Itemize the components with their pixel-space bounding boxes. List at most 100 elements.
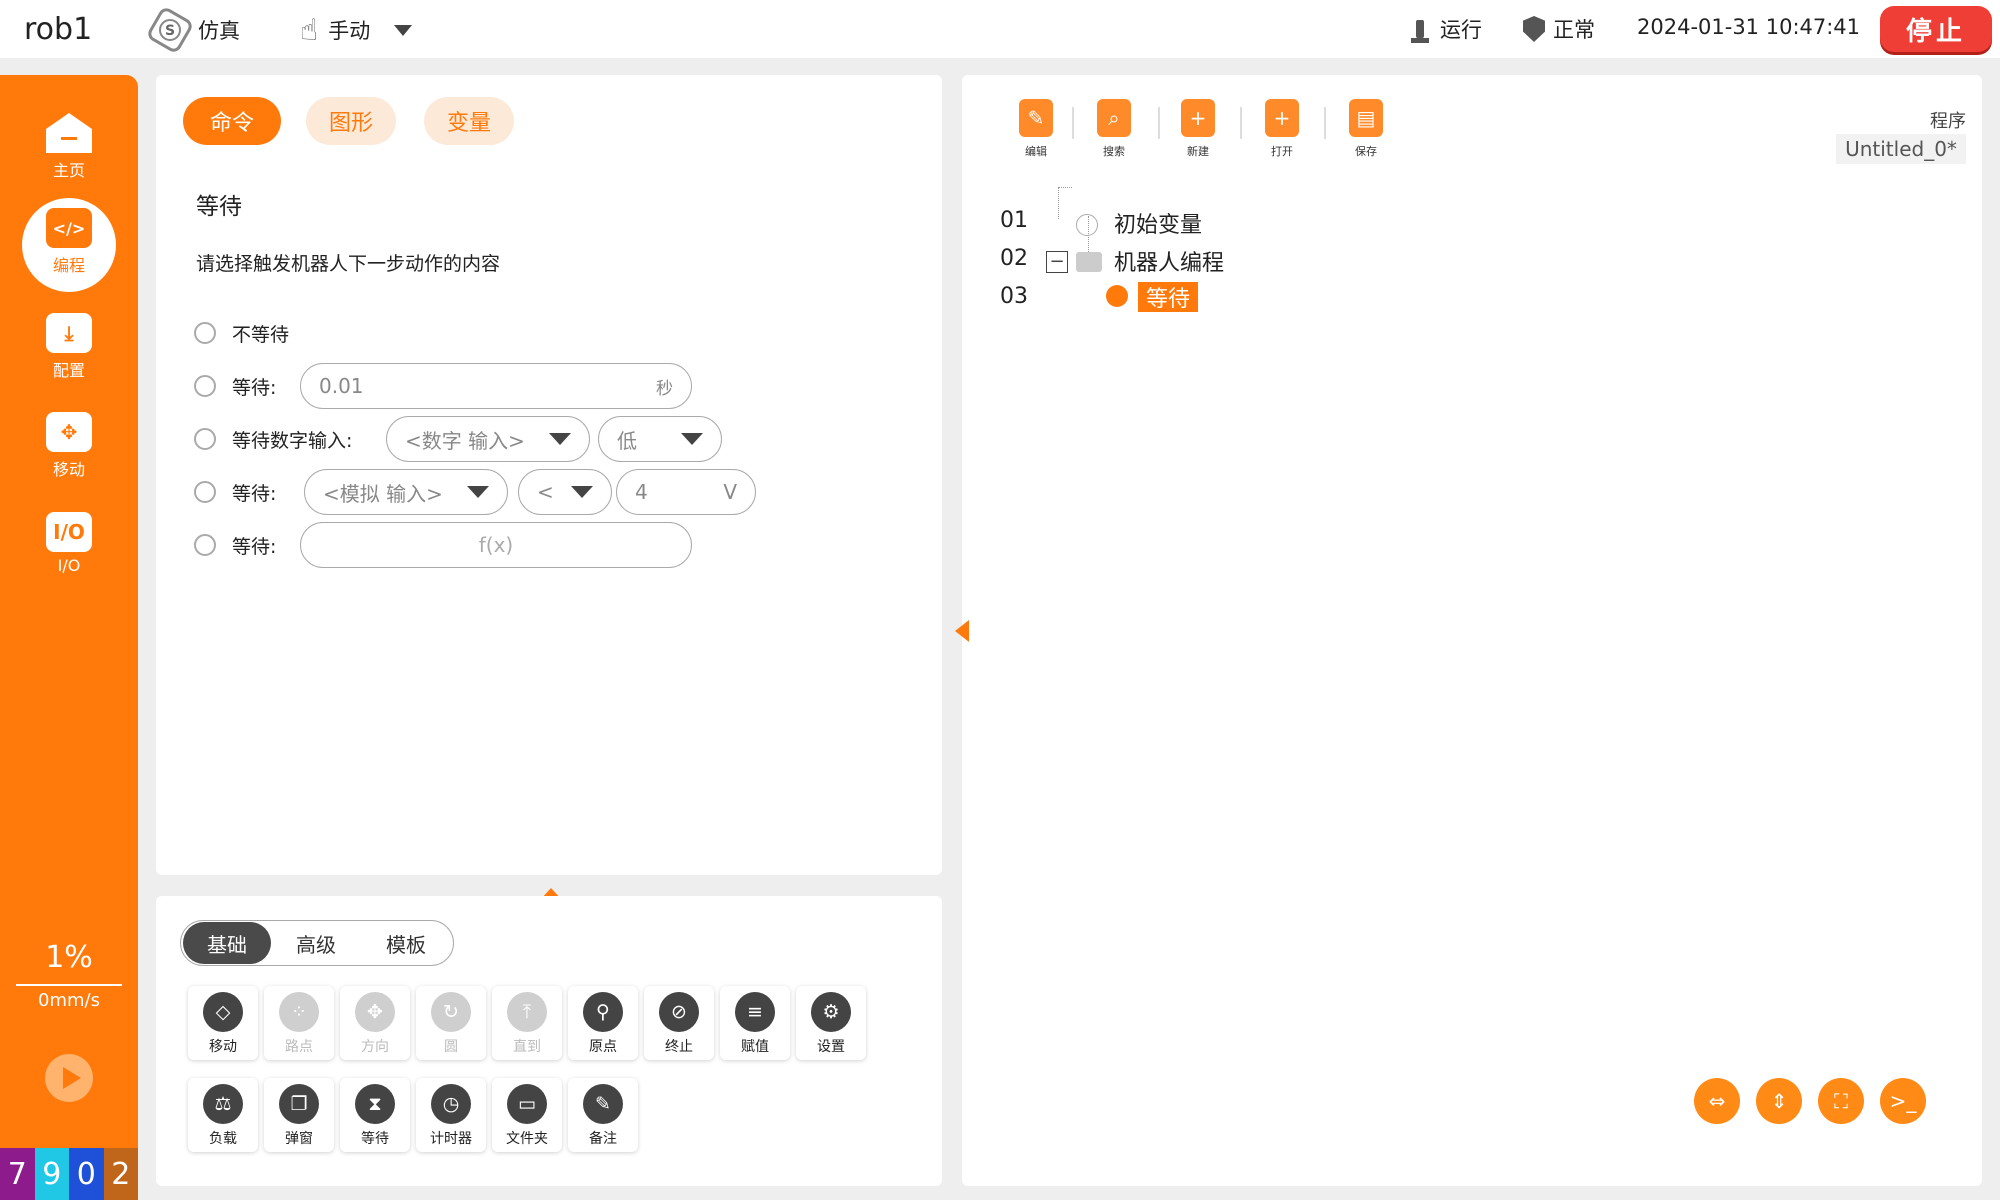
program-panel: ✎ 编辑 ⌕ 搜索 + 新建 + 打开 ▤ 保存 − <box>962 75 1982 1186</box>
assign-icon: ≡ <box>735 992 775 1032</box>
hourglass-icon: ⧗ <box>355 1084 395 1124</box>
analog-value-input[interactable]: 4 V <box>616 469 756 515</box>
tool-wait[interactable]: ⧗ 等待 <box>340 1078 410 1152</box>
tab-graphics[interactable]: 图形 <box>306 97 396 145</box>
option-wait-expression[interactable]: 等待: <box>194 522 276 568</box>
tool-direction[interactable]: ✥ 方向 <box>340 986 410 1060</box>
sidebar-item-home[interactable]: 主页 <box>0 113 138 181</box>
hand-icon: ☝ <box>300 12 319 48</box>
line-number: 01 <box>1000 208 1028 233</box>
digit: 0 <box>69 1148 104 1200</box>
option-no-wait[interactable]: 不等待 <box>194 310 289 356</box>
tool-move[interactable]: ◇ 移动 <box>188 986 258 1060</box>
program-label: 程序 <box>1930 111 1966 132</box>
analog-value: 4 <box>635 480 648 504</box>
new-button[interactable]: + 新建 <box>1168 99 1228 159</box>
tab-variables[interactable]: 变量 <box>424 97 514 145</box>
layout-vertical-button[interactable]: ⇕ <box>1756 1078 1802 1124</box>
tool-label: 设置 <box>817 1039 845 1055</box>
command-title: 等待 <box>196 194 242 220</box>
open-button[interactable]: + 打开 <box>1252 99 1312 159</box>
tool-popup[interactable]: ❐ 弹窗 <box>264 1078 334 1152</box>
chevron-down-icon <box>681 433 703 445</box>
command-palette: 基础 高级 模板 ◇ 移动 ⁘ 路点 ✥ 方向 ↻ 圆 ⤒ 直到 ⚲ 原点 ⊘ … <box>156 896 942 1186</box>
tool-label: 负载 <box>209 1131 237 1147</box>
sidebar-item-move[interactable]: ✥ 移动 <box>0 412 138 480</box>
comment-icon: ✎ <box>583 1084 623 1124</box>
collapse-node-icon[interactable]: − <box>1046 251 1068 273</box>
option-wait-time[interactable]: 等待: <box>194 363 276 409</box>
tool-folder[interactable]: ▭ 文件夹 <box>492 1078 562 1152</box>
collapse-left-arrow-icon[interactable] <box>955 620 969 642</box>
edit-button[interactable]: ✎ 编辑 <box>1006 99 1066 159</box>
compare-operator-select[interactable]: < <box>518 469 612 515</box>
simulation-mode[interactable]: S 仿真 <box>145 5 240 55</box>
sidebar-item-config[interactable]: ⤓ 配置 <box>0 313 138 381</box>
digital-input-select[interactable]: <数字 输入> <box>386 416 590 462</box>
tree-node-robot-program[interactable]: 机器人编程 <box>1114 245 1224 277</box>
stop-button[interactable]: 停止 <box>1880 6 1992 52</box>
tree-node-wait-selected[interactable]: 等待 <box>1138 282 1199 312</box>
tool-home[interactable]: ⚲ 原点 <box>568 986 638 1060</box>
fullscreen-button[interactable]: ⛶ <box>1818 1078 1864 1124</box>
segment-basic[interactable]: 基础 <box>183 922 271 964</box>
command-panel: 命令 图形 变量 等待 请选择触发机器人下一步动作的内容 不等待 等待: 0.0… <box>156 75 942 875</box>
tool-timer[interactable]: ◷ 计时器 <box>416 1078 486 1152</box>
chevron-down-icon <box>571 486 593 498</box>
radio-button[interactable] <box>194 322 216 344</box>
speed-mms: 0mm/s <box>38 990 100 1011</box>
play-button[interactable] <box>45 1054 93 1102</box>
wait-time-input[interactable]: 0.01 秒 <box>300 363 692 409</box>
search-button[interactable]: ⌕ 搜索 <box>1084 99 1144 159</box>
sidebar-item-label: 配置 <box>52 361 85 380</box>
wait-time-unit: 秒 <box>656 378 673 399</box>
save-button[interactable]: ▤ 保存 <box>1336 99 1396 159</box>
option-wait-digital[interactable]: 等待数字输入: <box>194 416 352 462</box>
radio-button[interactable] <box>194 428 216 450</box>
tool-assign[interactable]: ≡ 赋值 <box>720 986 790 1060</box>
tool-label: 备注 <box>589 1131 617 1147</box>
console-button[interactable]: >_ <box>1880 1078 1926 1124</box>
layout-horizontal-button[interactable]: ⇔ <box>1694 1078 1740 1124</box>
segment-template[interactable]: 模板 <box>361 922 451 964</box>
sidebar-item-io[interactable]: I/O I/O <box>0 512 138 575</box>
tool-label: 方向 <box>361 1039 389 1055</box>
top-bar: rob1 S 仿真 ☝ 手动 运行 正常 2024-01-31 10:47:41… <box>0 0 2000 58</box>
segment-advanced[interactable]: 高级 <box>271 922 361 964</box>
expression-input[interactable]: f(x) <box>300 522 692 568</box>
toolbar-label: 搜索 <box>1103 145 1125 158</box>
option-wait-analog[interactable]: 等待: <box>194 469 276 515</box>
analog-input-select[interactable]: <模拟 输入> <box>304 469 508 515</box>
gear-icon: ⚙ <box>811 992 851 1032</box>
radio-button[interactable] <box>194 375 216 397</box>
variables-node-icon <box>1076 214 1098 236</box>
expression-placeholder: f(x) <box>478 533 514 557</box>
sidebar-item-programming[interactable]: </> 编程 <box>0 198 138 292</box>
tool-until[interactable]: ⤒ 直到 <box>492 986 562 1060</box>
tool-payload[interactable]: ⚖ 负载 <box>188 1078 258 1152</box>
tool-label: 计时器 <box>430 1131 472 1147</box>
hourglass-node-icon <box>1106 285 1128 307</box>
radio-button[interactable] <box>194 534 216 556</box>
run-status-label: 运行 <box>1440 18 1482 42</box>
program-name: Untitled_0* <box>1836 134 1966 164</box>
timer-icon: ◷ <box>431 1084 471 1124</box>
tool-halt[interactable]: ⊘ 终止 <box>644 986 714 1060</box>
sidebar-item-label: 主页 <box>52 161 85 180</box>
tool-comment[interactable]: ✎ 备注 <box>568 1078 638 1152</box>
tool-label: 赋值 <box>741 1039 769 1055</box>
digital-level-select[interactable]: 低 <box>598 416 722 462</box>
speed-percent[interactable]: 1% <box>0 940 138 975</box>
toolbar-divider <box>1240 107 1242 139</box>
tool-circle[interactable]: ↻ 圆 <box>416 986 486 1060</box>
tool-label: 路点 <box>285 1039 313 1055</box>
tab-command[interactable]: 命令 <box>183 97 281 145</box>
line-number: 02 <box>1000 246 1028 271</box>
tree-node-init-vars[interactable]: 初始变量 <box>1114 207 1202 239</box>
tool-settings[interactable]: ⚙ 设置 <box>796 986 866 1060</box>
simulation-icon: S <box>145 5 195 55</box>
manual-mode-dropdown[interactable]: ☝ 手动 <box>300 10 413 50</box>
tool-waypoint[interactable]: ⁘ 路点 <box>264 986 334 1060</box>
radio-button[interactable] <box>194 481 216 503</box>
safety-status: 正常 <box>1523 14 1595 44</box>
